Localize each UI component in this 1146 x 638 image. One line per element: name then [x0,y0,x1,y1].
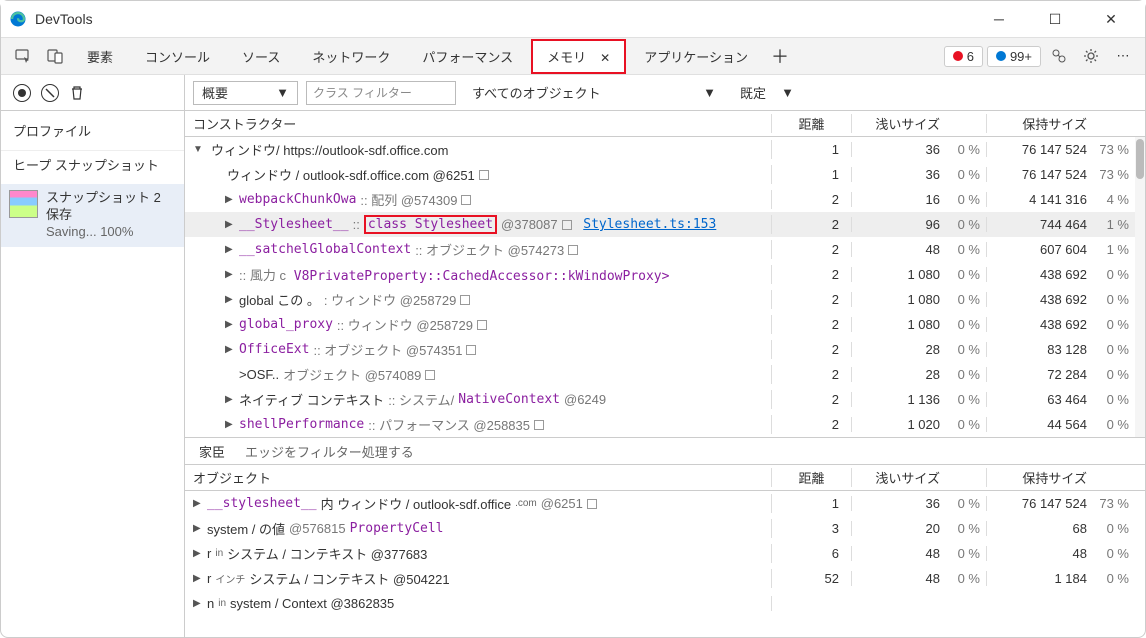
table-row[interactable]: ▶global この 。 : ウィンドウ @258729 21 0800 %43… [185,287,1145,312]
snapshot-status: Saving... 100% [46,224,176,241]
table-row[interactable]: ▶webpackChunkOwa :: 配列 @574309 2160 %4 1… [185,187,1145,212]
table-row[interactable]: ▶ :: 風力 c V8PrivateProperty::CachedAcces… [185,262,1145,287]
edge-filter-input[interactable]: エッジをフィルター処理する [245,442,414,461]
table-row[interactable]: ▼ウィンドウ/ https://outlook-sdf.office.com13… [185,137,1145,162]
tab-memory[interactable]: メモリ✕ [531,39,626,74]
heap-snapshots-label: ヒープ スナップショット [1,151,184,184]
maximize-button[interactable]: ☐ [1037,11,1073,28]
table-row[interactable]: ▶r in システム / コンテキスト @3776836480 %480 % [185,541,1145,566]
issues-icon[interactable] [1045,42,1073,70]
view-select[interactable]: 概要▼ [193,81,298,105]
messages-badge[interactable]: 99+ [987,46,1041,67]
constructors-header: コンストラクター 距離 浅いサイズ 保持サイズ [185,111,1145,137]
tab-sources[interactable]: ソース [228,41,294,72]
close-button[interactable]: ✕ [1093,11,1129,28]
settings-icon[interactable] [1077,42,1105,70]
table-row[interactable]: ▶__Stylesheet__ :: class Stylesheet @378… [185,212,1145,237]
edge-icon [9,10,27,28]
table-row[interactable]: ▶__stylesheet__ 内 ウィンドウ / outlook-sdf.of… [185,491,1145,516]
minimize-button[interactable]: ─ [981,11,1017,28]
clear-icon[interactable] [41,84,59,102]
retainers-header: オブジェクト 距離 浅いサイズ 保持サイズ [185,465,1145,491]
table-row[interactable]: ▶__satchelGlobalContext :: オブジェクト @57427… [185,237,1145,262]
tab-performance[interactable]: パフォーマンス [408,41,527,72]
snapshot-thumb-icon [9,190,38,218]
snapshot-title: スナップショット 2 保存 [46,190,176,224]
class-filter-input[interactable]: クラス フィルター [306,81,456,105]
table-row[interactable]: ▶system / の値 @576815 PropertyCell3200 %6… [185,516,1145,541]
table-row[interactable]: ▶n in system / Context @3862835 [185,591,1145,616]
default-select[interactable]: 既定▼ [732,81,802,105]
profile-label: プロファイル [1,111,184,151]
retainers-label: 家臣 [199,442,225,461]
add-tab-icon[interactable]: ＋ [766,42,794,70]
tab-network[interactable]: ネットワーク [298,41,404,72]
inspect-icon[interactable] [9,42,37,70]
record-icon[interactable] [13,84,31,102]
tab-console[interactable]: コンソール [131,41,224,72]
more-icon[interactable]: ⋯ [1109,42,1137,70]
objects-select[interactable]: すべてのオブジェクト▼ [464,81,724,105]
error-badge[interactable]: 6 [944,46,983,67]
table-row[interactable]: ▶shellPerformance :: パフォーマンス @258835 21 … [185,412,1145,437]
tab-application[interactable]: アプリケーション [630,41,762,72]
table-row[interactable]: >OSF.. オブジェクト @574089 2280 %72 2840 % [185,362,1145,387]
snapshot-item[interactable]: スナップショット 2 保存 Saving... 100% [1,184,184,247]
table-row[interactable]: ▶OfficeExt :: オブジェクト @574351 2280 %83 12… [185,337,1145,362]
delete-icon[interactable] [69,85,85,101]
table-row[interactable]: ▶global_proxy :: ウィンドウ @258729 21 0800 %… [185,312,1145,337]
tab-elements[interactable]: 要素 [73,41,127,72]
table-row[interactable]: ▶r インチ システム / コンテキスト @50422152480 %1 184… [185,566,1145,591]
table-row[interactable]: ▶ネイティブ コンテキスト :: システム/ NativeContext @62… [185,387,1145,412]
device-icon[interactable] [41,42,69,70]
close-tab-icon[interactable]: ✕ [600,51,610,65]
window-title: DevTools [35,11,93,27]
table-row[interactable]: ウィンドウ / outlook-sdf.office.com @6251 136… [185,162,1145,187]
